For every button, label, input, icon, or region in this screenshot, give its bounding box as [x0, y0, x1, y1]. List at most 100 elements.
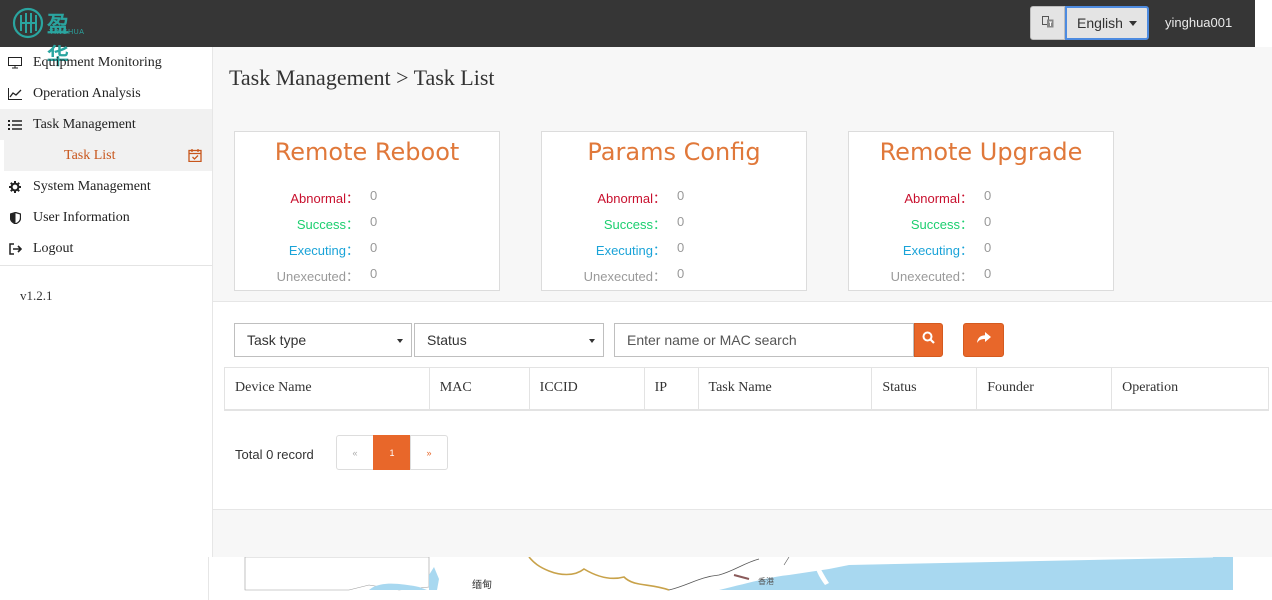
language-label: English [1077, 15, 1123, 31]
sidebar-item-label: Operation Analysis [33, 85, 141, 101]
total-records: Total 0 record [235, 447, 314, 462]
pagination-next[interactable]: » [410, 435, 448, 470]
column-header[interactable]: Task Name [697, 367, 873, 411]
stat-success: Success： 0 [542, 214, 806, 232]
column-header[interactable]: Founder [976, 367, 1113, 411]
stat-unexecuted: Unexecuted： 0 [542, 266, 806, 284]
stat-label: Unexecuted： [583, 269, 666, 284]
sidebar-item-label: User Information [33, 209, 130, 225]
column-header[interactable]: Operation [1111, 367, 1269, 411]
task-type-select[interactable]: Task type [234, 323, 412, 357]
stat-value: 0 [984, 240, 992, 255]
stat-value: 0 [370, 214, 378, 229]
stat-label: Unexecuted： [276, 269, 359, 284]
card-title: Remote Upgrade [879, 138, 1083, 166]
column-header[interactable]: MAC [428, 367, 530, 411]
sidebar-divider [0, 265, 212, 266]
stat-value: 0 [370, 266, 378, 281]
stat-success: Success： 0 [849, 214, 1113, 232]
map-image: 缅甸 香港 [244, 557, 1233, 591]
logout-icon [8, 242, 22, 256]
translate-icon [1041, 15, 1054, 31]
stat-unexecuted: Unexecuted： 0 [235, 266, 499, 284]
stat-success: Success： 0 [235, 214, 499, 232]
stat-value: 0 [677, 214, 685, 229]
stat-label: Executing： [288, 243, 359, 258]
map-label: 香港 [758, 576, 774, 586]
stat-value: 0 [370, 240, 378, 255]
monitor-icon [8, 56, 22, 70]
chevron-down-icon [589, 339, 595, 343]
stat-label: Executing： [902, 243, 973, 258]
search-icon [922, 331, 935, 349]
stat-abnormal: Abnormal： 0 [542, 188, 806, 206]
column-header[interactable]: Device Name [224, 367, 430, 411]
column-header[interactable]: IP [643, 367, 699, 411]
sidebar-subitem-label: Task List [64, 147, 116, 163]
status-select[interactable]: Status [414, 323, 604, 357]
main-content: Task Management > Task List Remote Reboo… [212, 47, 1272, 600]
sidebar-item-label: System Management [33, 178, 151, 194]
sidebar-item-label: Task Management [33, 116, 136, 132]
sidebar-item-user-information[interactable]: User Information [0, 202, 212, 233]
stat-value: 0 [984, 188, 992, 203]
stat-value: 0 [984, 266, 992, 281]
shield-icon [8, 211, 22, 225]
sidebar-item-label: Equipment Monitoring [33, 54, 162, 70]
username[interactable]: yinghua001 [1165, 15, 1232, 30]
line-chart-icon [8, 87, 22, 101]
version-label: v1.2.1 [20, 288, 53, 303]
chevron-down-icon [1128, 20, 1137, 26]
map-preview: 缅甸 香港 [208, 557, 1272, 600]
language-dropdown[interactable]: English [1065, 6, 1149, 40]
sidebar-item-label: Logout [33, 240, 74, 256]
pagination-page[interactable]: 1 [373, 435, 411, 470]
pagination-prev[interactable]: « [336, 435, 374, 470]
stat-executing: Executing： 0 [235, 240, 499, 258]
search-input[interactable] [614, 323, 914, 357]
stat-value: 0 [677, 266, 685, 281]
stat-abnormal: Abnormal： 0 [235, 188, 499, 206]
task-type-select-value: Task type [247, 332, 307, 348]
stat-label: Executing： [595, 243, 666, 258]
chevron-down-icon [397, 339, 403, 343]
share-arrow-icon [976, 331, 991, 349]
stat-unexecuted: Unexecuted： 0 [849, 266, 1113, 284]
sidebar-item-task-list[interactable]: Task List [0, 140, 212, 171]
sidebar-item-equipment-monitoring[interactable]: Equipment Monitoring [0, 47, 212, 78]
sidebar-item-logout[interactable]: Logout [0, 233, 212, 264]
language-icon-button[interactable] [1030, 6, 1065, 40]
map-label: 缅甸 [472, 578, 492, 591]
stats-card-remote-reboot: Remote Reboot Abnormal： 0 Success： 0 Execu… [234, 131, 500, 291]
stat-label: Abnormal： [597, 191, 666, 206]
pagination: « 1 » [336, 435, 448, 470]
stats-card-params-config: Params Config Abnormal： 0 Success： 0 Execu… [541, 131, 807, 291]
search-button[interactable] [914, 323, 943, 357]
stat-value: 0 [677, 240, 685, 255]
brand-logo[interactable]: 盈华 YINGHUA [12, 7, 92, 70]
list-icon [8, 118, 22, 132]
gear-icon [8, 180, 22, 194]
sidebar-item-system-management[interactable]: System Management [0, 171, 212, 202]
stat-label: Success： [910, 217, 973, 232]
logo-subtext: YINGHUA [49, 29, 85, 36]
sidebar-item-task-management[interactable]: Task Management [0, 109, 212, 140]
task-list-panel: Task type Status Device Name MAC ICCID [213, 301, 1272, 510]
calendar-check-icon [188, 148, 202, 163]
stat-executing: Executing： 0 [849, 240, 1113, 258]
sidebar-item-operation-analysis[interactable]: Operation Analysis [0, 78, 212, 109]
column-header[interactable]: ICCID [528, 367, 645, 411]
stat-label: Success： [296, 217, 359, 232]
task-table: Device Name MAC ICCID IP Task Name Statu… [224, 367, 1269, 411]
column-header[interactable]: Status [871, 367, 978, 411]
stat-value: 0 [370, 188, 378, 203]
sidebar: Equipment Monitoring Operation Analysis … [0, 47, 212, 347]
reset-button[interactable] [963, 323, 1004, 357]
stat-abnormal: Abnormal： 0 [849, 188, 1113, 206]
card-title: Params Config [587, 138, 761, 166]
page-title: Task Management > Task List [229, 65, 495, 90]
stat-executing: Executing： 0 [542, 240, 806, 258]
stat-label: Abnormal： [904, 191, 973, 206]
card-title: Remote Reboot [274, 138, 460, 166]
stat-value: 0 [677, 188, 685, 203]
